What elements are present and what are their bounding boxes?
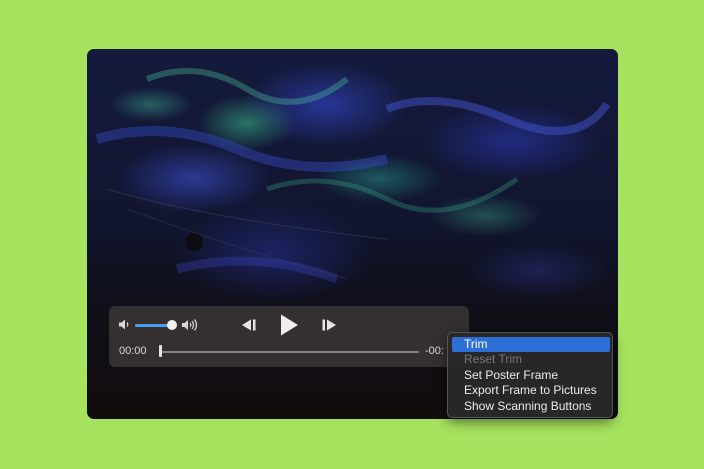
speaker-low-icon[interactable] <box>118 318 131 331</box>
menu-item-set-poster-frame[interactable]: Set Poster Frame <box>452 368 610 383</box>
context-menu: Trim Reset Trim Set Poster Frame Export … <box>447 332 613 418</box>
menu-item-reset-trim: Reset Trim <box>464 352 523 366</box>
volume-slider-knob[interactable] <box>167 320 177 330</box>
menu-item-export-frame[interactable]: Export Frame to Pictures <box>452 383 610 398</box>
skip-forward-icon[interactable] <box>321 318 338 332</box>
menu-item-trim[interactable]: Trim <box>452 337 610 352</box>
skip-back-icon[interactable] <box>240 318 257 332</box>
play-icon[interactable] <box>279 313 300 337</box>
current-time: 00:00 <box>119 345 147 357</box>
speaker-high-icon[interactable] <box>181 318 199 332</box>
scrubber-playhead[interactable] <box>159 345 162 357</box>
scrubber-track[interactable] <box>161 351 419 353</box>
menu-item-show-scanning-buttons[interactable]: Show Scanning Buttons <box>452 399 610 414</box>
remaining-time: -00: <box>425 345 444 357</box>
